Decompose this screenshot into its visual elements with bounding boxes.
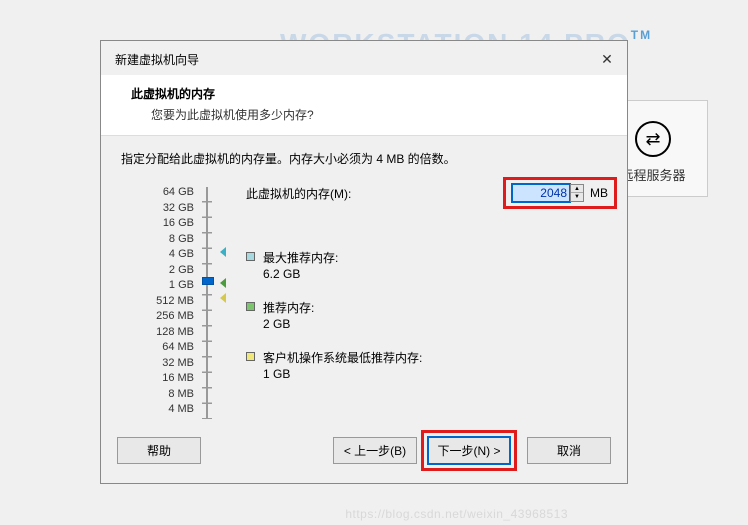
back-button[interactable]: < 上一步(B) xyxy=(333,437,417,464)
slider-thumb[interactable] xyxy=(202,277,214,285)
cancel-button[interactable]: 取消 xyxy=(527,437,611,464)
next-button[interactable]: 下一步(N) > xyxy=(427,436,511,465)
recommendation-recommended: 推荐内存: 2 GB xyxy=(246,300,607,332)
button-bar: 帮助 < 上一步(B) 下一步(N) > 取消 xyxy=(117,430,611,471)
slider-scale-labels: 64 GB 32 GB 16 GB 8 GB 4 GB 2 GB 1 GB 51… xyxy=(156,185,194,418)
yellow-square-icon xyxy=(246,352,255,361)
dialog-body: 指定分配给此虚拟机的内存量。内存大小必须为 4 MB 的倍数。 64 GB 32… xyxy=(101,136,627,428)
dialog-header: 此虚拟机的内存 您要为此虚拟机使用多少内存? xyxy=(101,75,627,136)
memory-unit: MB xyxy=(590,186,608,200)
recommendations-block: 最大推荐内存: 6.2 GB 推荐内存: 2 GB xyxy=(246,250,607,382)
memory-input-label: 此虚拟机的内存(M): xyxy=(246,185,351,202)
header-subtitle: 您要为此虚拟机使用多少内存? xyxy=(151,106,607,123)
recommendation-max: 最大推荐内存: 6.2 GB xyxy=(246,250,607,282)
green-square-icon xyxy=(246,302,255,311)
recommendation-min: 客户机操作系统最低推荐内存: 1 GB xyxy=(246,350,607,382)
next-button-highlight: 下一步(N) > xyxy=(421,430,517,471)
help-button[interactable]: 帮助 xyxy=(117,437,201,464)
close-button[interactable]: ✕ xyxy=(597,49,617,69)
memory-spinner[interactable]: ▲ ▼ xyxy=(570,184,584,202)
slider-track xyxy=(206,187,208,419)
cyan-square-icon xyxy=(246,252,255,261)
spinner-down-icon[interactable]: ▼ xyxy=(571,193,583,201)
new-vm-wizard-dialog: 新建虚拟机向导 ✕ 此虚拟机的内存 您要为此虚拟机使用多少内存? 指定分配给此虚… xyxy=(100,40,628,484)
spinner-up-icon[interactable]: ▲ xyxy=(571,185,583,193)
memory-input[interactable] xyxy=(512,184,570,202)
memory-info-column: 此虚拟机的内存(M): ▲ ▼ MB 最大 xyxy=(216,185,607,420)
memory-slider[interactable]: 64 GB 32 GB 16 GB 8 GB 4 GB 2 GB 1 GB 51… xyxy=(121,185,216,420)
instruction-text: 指定分配给此虚拟机的内存量。内存大小必须为 4 MB 的倍数。 xyxy=(121,150,607,167)
watermark-text: https://blog.csdn.net/weixin_43968513 xyxy=(345,507,568,521)
dialog-title: 新建虚拟机向导 xyxy=(115,51,199,68)
memory-input-highlight: ▲ ▼ MB xyxy=(503,177,617,209)
remote-link-icon: ⇄ xyxy=(635,121,671,157)
memory-config-area: 64 GB 32 GB 16 GB 8 GB 4 GB 2 GB 1 GB 51… xyxy=(121,185,607,420)
header-title: 此虚拟机的内存 xyxy=(131,85,607,102)
titlebar: 新建虚拟机向导 ✕ xyxy=(101,41,627,75)
